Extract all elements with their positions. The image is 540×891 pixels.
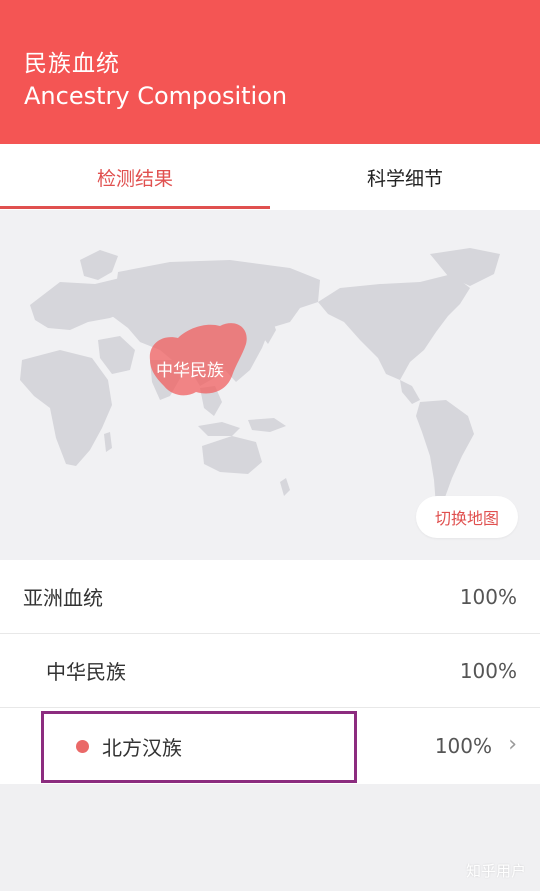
app-header: 民族血统 Ancestry Composition (0, 0, 540, 144)
tab-science-details-label: 科学细节 (366, 167, 443, 190)
list-item-percent: 100% (434, 734, 492, 758)
tab-bar: 检测结果 科学细节 (0, 144, 540, 211)
region-label: 中华民族 (156, 361, 224, 381)
page-title-en: Ancestry Composition (24, 82, 288, 110)
watermark: 知乎用户 (465, 862, 526, 880)
tab-science-details[interactable]: 科学细节 (270, 144, 540, 210)
tab-results[interactable]: 检测结果 (0, 144, 270, 210)
active-tab-indicator (0, 206, 270, 209)
annotation-highlight-box (41, 711, 357, 783)
list-item-percent: 100% (459, 584, 517, 609)
page-title-cn: 民族血统 (24, 51, 120, 77)
list-item-percent: 100% (459, 658, 517, 683)
list-item-asian-ancestry[interactable]: 亚洲血统 100% (0, 560, 540, 634)
list-item-label: 中华民族 (46, 660, 126, 684)
switch-map-button[interactable]: 切换地图 (416, 496, 518, 538)
list-item-chinese-nation[interactable]: 中华民族 100% (0, 634, 540, 708)
chevron-right-icon: › (508, 732, 517, 757)
tab-results-label: 检测结果 (96, 167, 173, 190)
list-item-label: 亚洲血统 (23, 586, 103, 610)
